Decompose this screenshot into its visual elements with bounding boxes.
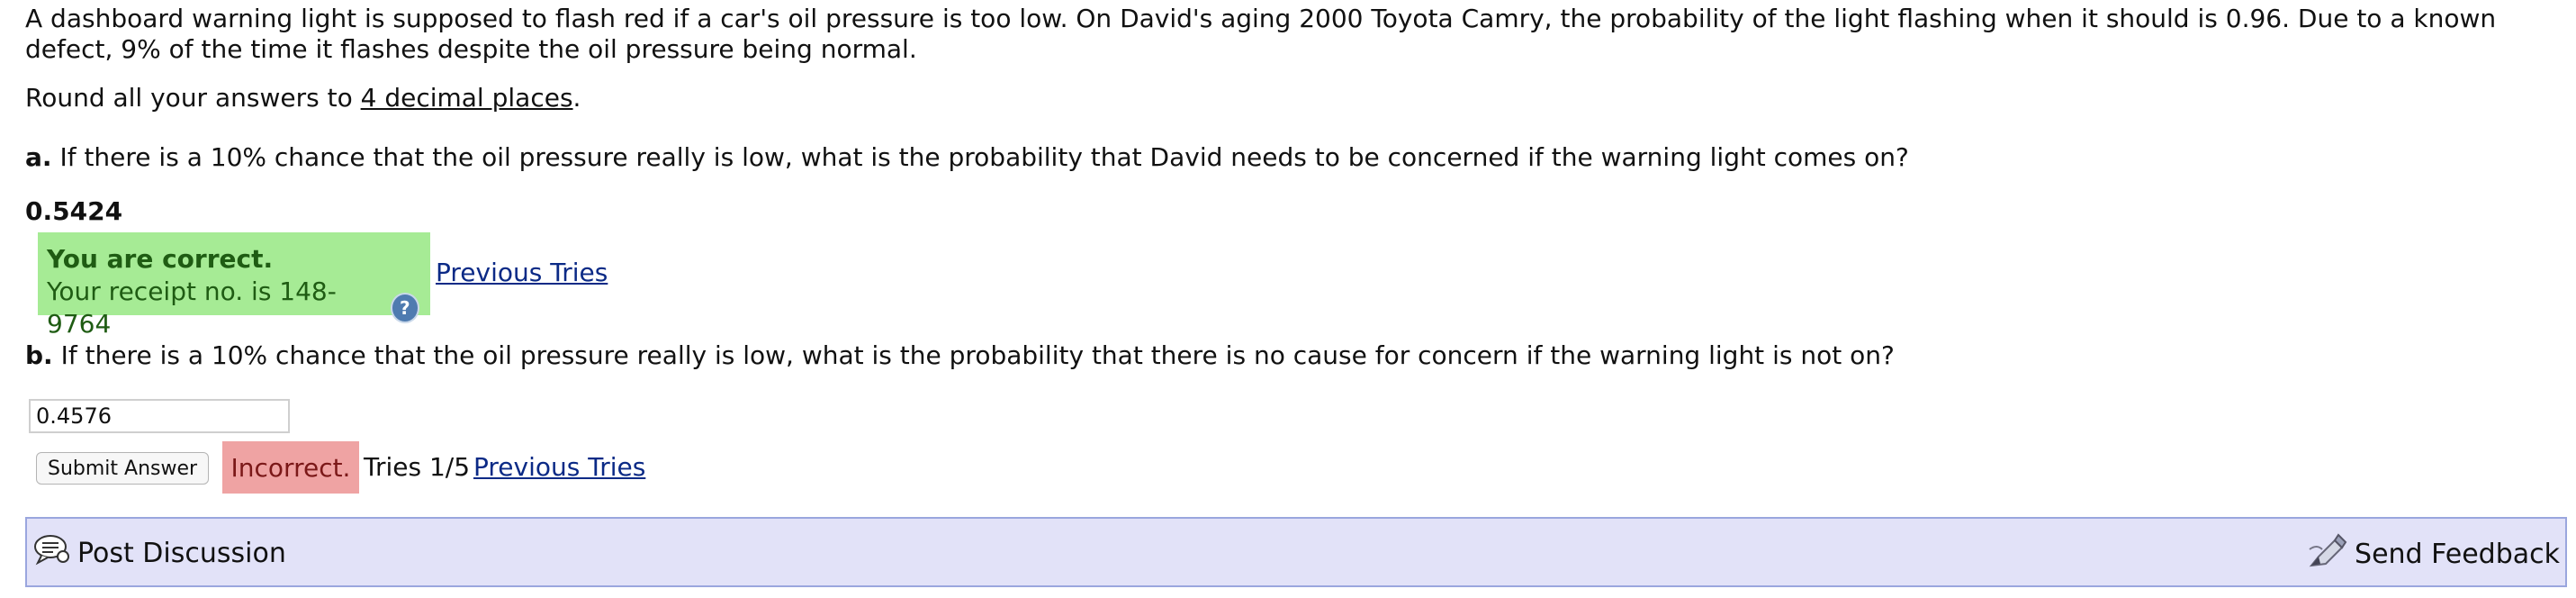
correct-status-title: You are correct. (47, 244, 274, 274)
part-a-question-text: If there is a 10% chance that the oil pr… (59, 142, 1909, 172)
receipt-line: Your receipt no. is 148-9764 ? (47, 276, 419, 340)
submit-answer-button[interactable]: Submit Answer (36, 452, 210, 485)
part-b-label: b. (25, 340, 53, 370)
part-b-previous-tries-link[interactable]: Previous Tries (473, 452, 645, 482)
problem-page: A dashboard warning light is supposed to… (0, 0, 2576, 598)
send-feedback-label: Send Feedback (2355, 538, 2560, 570)
post-discussion-label: Post Discussion (77, 537, 286, 569)
part-a-label: a. (25, 142, 52, 172)
send-feedback-button[interactable]: Send Feedback (2308, 531, 2560, 576)
part-b-question: b. If there is a 10% chance that the oil… (25, 340, 1895, 371)
part-a-question: a. If there is a 10% chance that the oil… (25, 142, 1909, 173)
receipt-text: Your receipt no. is 148-9764 (47, 276, 337, 339)
part-b-answer-input[interactable] (29, 399, 290, 433)
rounding-instruction: Round all your answers to 4 decimal plac… (25, 83, 581, 113)
tries-counter: Tries 1/5 (364, 452, 471, 482)
part-b-question-text: If there is a 10% chance that the oil pr… (60, 340, 1895, 370)
incorrect-status-badge: Incorrect. (222, 441, 359, 494)
footer-bar: Post Discussion Send Feedback (25, 517, 2567, 587)
rounding-prefix: Round all your answers to (25, 83, 361, 113)
part-a-answer: 0.5424 (25, 196, 123, 226)
rounding-suffix: . (572, 83, 581, 113)
part-a-previous-tries-link[interactable]: Previous Tries (436, 258, 608, 287)
feedback-pencil-icon (2308, 531, 2349, 576)
problem-intro: A dashboard warning light is supposed to… (25, 4, 2497, 64)
discussion-bubble-icon (32, 533, 70, 573)
rounding-emphasis: 4 decimal places (360, 83, 573, 113)
help-icon[interactable]: ? (390, 293, 419, 323)
correct-status-box: You are correct. Your receipt no. is 148… (38, 232, 430, 339)
post-discussion-button[interactable]: Post Discussion (32, 533, 286, 573)
